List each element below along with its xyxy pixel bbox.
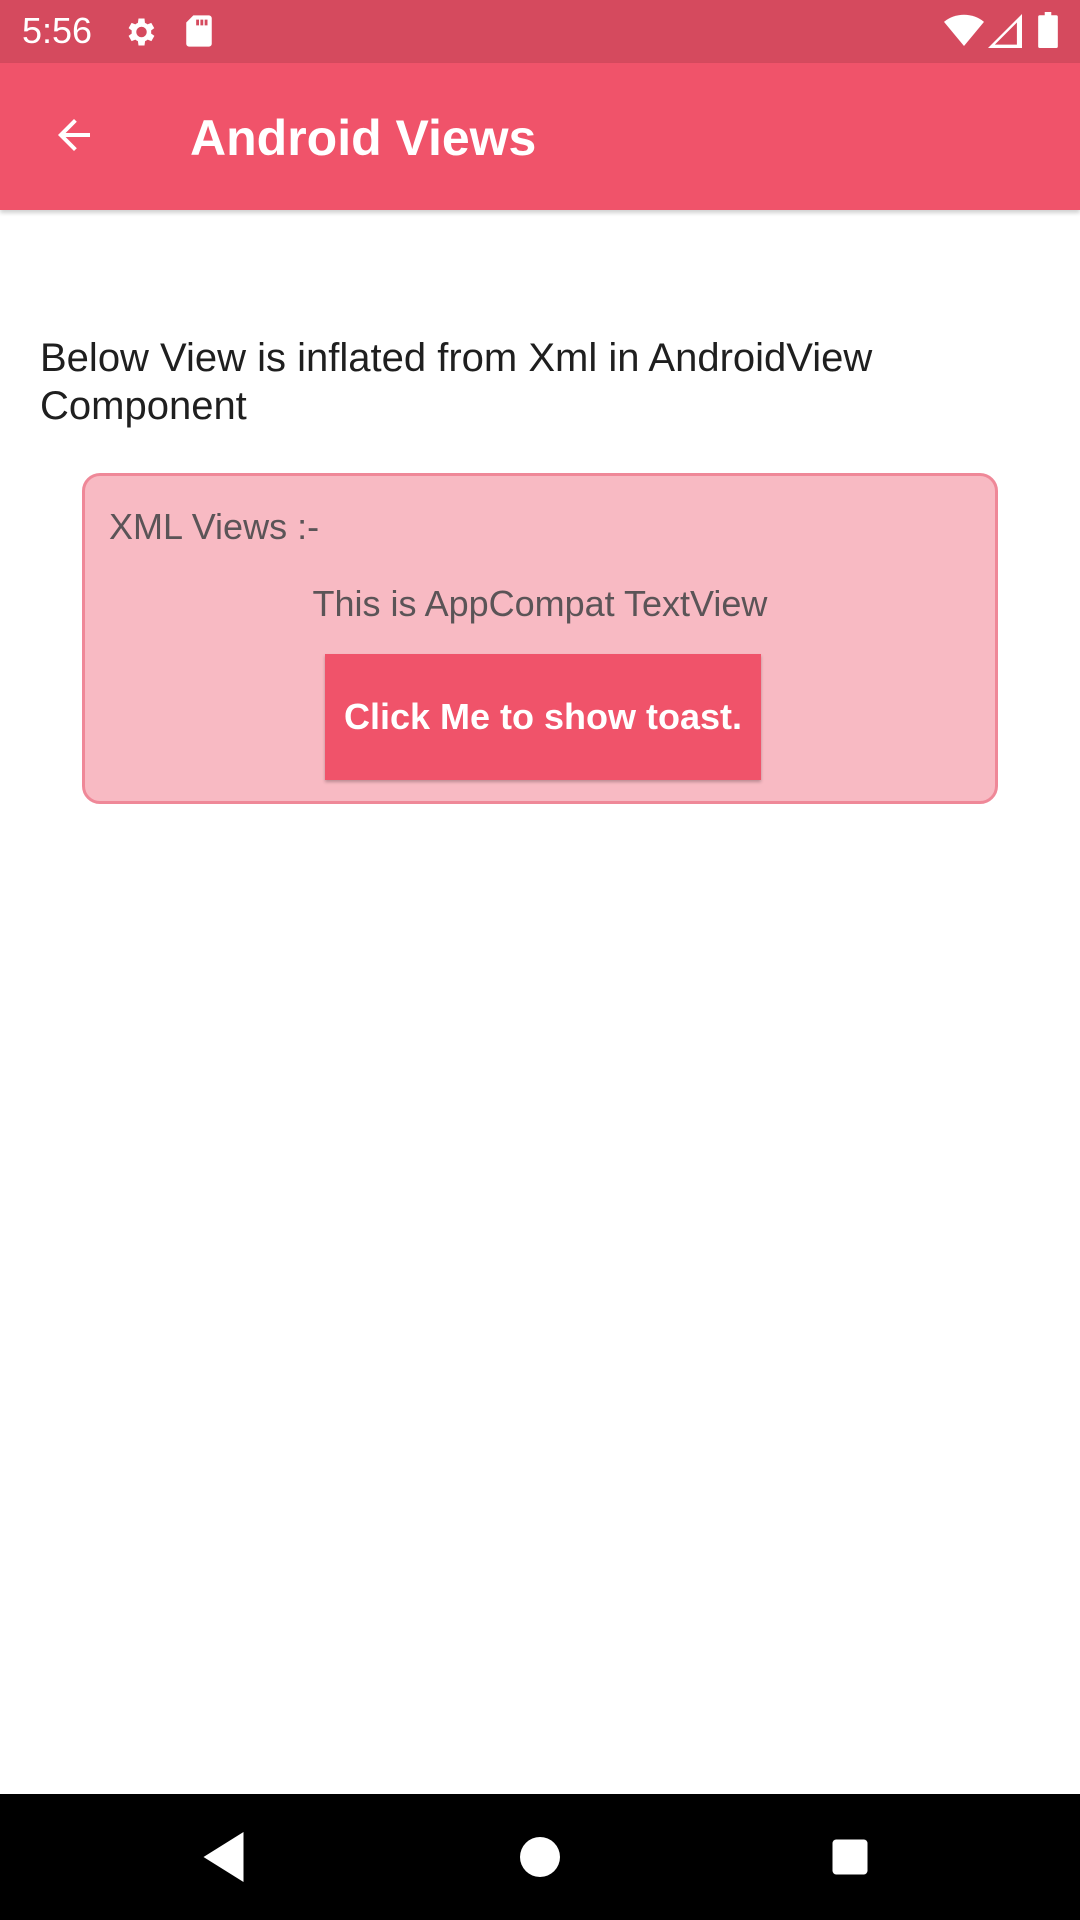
show-toast-button[interactable]: Click Me to show toast.: [325, 654, 761, 780]
back-triangle-icon[interactable]: [196, 1827, 256, 1887]
arrow-back-icon: [50, 111, 98, 164]
cell-signal-icon: [988, 14, 1022, 53]
status-time: 5:56: [22, 10, 93, 51]
appcompat-textview: This is AppCompat TextView: [312, 583, 768, 624]
description-text: Below View is inflated from Xml in Andro…: [40, 336, 873, 428]
card-title: XML Views :-: [109, 506, 320, 547]
sd-card-icon: [184, 14, 214, 53]
home-circle-icon[interactable]: [510, 1827, 570, 1887]
xml-views-card: XML Views :- This is AppCompat TextView …: [82, 473, 998, 804]
wifi-icon: [944, 14, 984, 53]
navigation-bar: [0, 1794, 1080, 1920]
battery-icon: [1038, 12, 1058, 53]
settings-icon: [122, 14, 158, 55]
status-bar: 5:56: [0, 0, 1080, 63]
page-title: Android Views: [190, 110, 537, 166]
back-button[interactable]: [36, 99, 112, 175]
app-bar: Android Views: [0, 63, 1080, 210]
recents-square-icon[interactable]: [820, 1827, 880, 1887]
